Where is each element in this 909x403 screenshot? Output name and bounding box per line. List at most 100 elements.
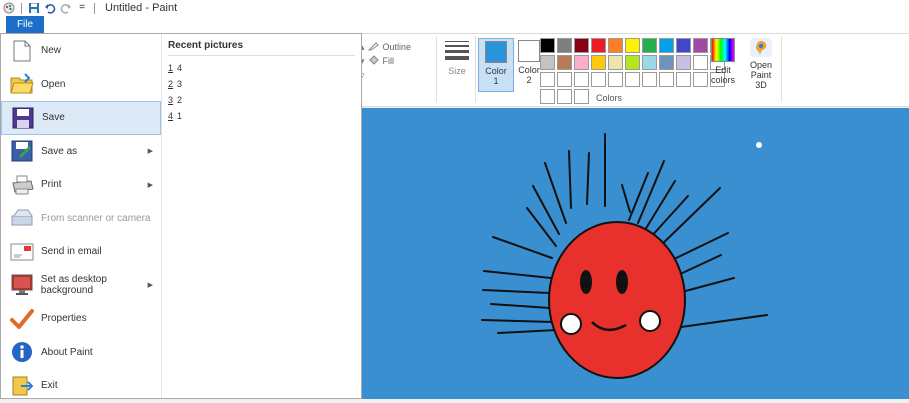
palette-swatch[interactable] bbox=[608, 55, 623, 70]
size-button[interactable]: Size bbox=[441, 38, 473, 88]
edit-colors-label: Edit colors bbox=[710, 65, 735, 85]
printer-icon bbox=[9, 173, 35, 197]
title-bar: = Untitled - Paint bbox=[0, 0, 909, 16]
palette-swatch[interactable] bbox=[574, 38, 589, 53]
quick-access-toolbar: = Untitled - Paint bbox=[0, 0, 177, 16]
save-icon[interactable] bbox=[28, 2, 40, 14]
recent-item[interactable]: 41 bbox=[163, 108, 361, 124]
palette-swatch[interactable] bbox=[540, 38, 555, 53]
palette-swatch[interactable] bbox=[642, 38, 657, 53]
color-palette bbox=[540, 38, 725, 104]
fill-dropdown[interactable]: Fill bbox=[383, 56, 395, 66]
fill-bucket-icon bbox=[368, 55, 380, 67]
menu-item-label: Exit bbox=[41, 380, 58, 392]
palette-swatch[interactable] bbox=[659, 72, 674, 87]
paint-app-icon[interactable] bbox=[3, 2, 15, 14]
menu-item-label: Send in email bbox=[41, 246, 102, 258]
palette-swatch[interactable] bbox=[659, 38, 674, 53]
redo-icon[interactable] bbox=[60, 2, 72, 14]
recent-pictures-panel: Recent pictures 14 23 32 41 bbox=[163, 34, 361, 398]
undo-icon[interactable] bbox=[44, 2, 56, 14]
palette-swatch[interactable] bbox=[608, 72, 623, 87]
color1-label: Color 1 bbox=[485, 66, 507, 86]
customize-quick-access-icon[interactable]: = bbox=[76, 2, 88, 14]
menu-item-desktop-background[interactable]: Set as desktop background ▶ bbox=[1, 269, 161, 303]
palette-swatch[interactable] bbox=[625, 55, 640, 70]
menu-item-scanner: From scanner or camera bbox=[1, 202, 161, 236]
exit-icon bbox=[9, 374, 35, 398]
edit-colors-button[interactable]: Edit colors bbox=[706, 38, 740, 90]
menu-item-send-email[interactable]: Send in email bbox=[1, 235, 161, 269]
menu-item-label: Print bbox=[41, 179, 62, 191]
drawing-canvas[interactable] bbox=[361, 108, 909, 399]
menu-item-about[interactable]: About Paint bbox=[1, 336, 161, 370]
palette-swatch[interactable] bbox=[574, 55, 589, 70]
palette-swatch[interactable] bbox=[540, 55, 555, 70]
color1-swatch bbox=[485, 41, 507, 63]
outline-dropdown[interactable]: Outline bbox=[383, 42, 412, 52]
menu-item-save-as[interactable]: Save as ▶ bbox=[1, 135, 161, 169]
recent-item[interactable]: 32 bbox=[163, 92, 361, 108]
palette-swatch[interactable] bbox=[676, 38, 691, 53]
open-folder-icon bbox=[9, 72, 35, 96]
color1-button[interactable]: Color 1 bbox=[478, 38, 514, 92]
paint3d-icon bbox=[750, 38, 772, 57]
submenu-arrow-icon: ▶ bbox=[147, 148, 153, 156]
separator bbox=[94, 2, 95, 14]
group-separator bbox=[475, 36, 476, 102]
palette-swatch[interactable] bbox=[540, 89, 555, 104]
color2-label: Color 2 bbox=[518, 65, 540, 85]
menu-item-label: Set as desktop background bbox=[40, 274, 107, 297]
menu-item-label: Save as bbox=[41, 145, 78, 157]
menu-item-label: Save bbox=[42, 112, 65, 124]
palette-swatch[interactable] bbox=[676, 55, 691, 70]
colors-group-label: Colors bbox=[596, 93, 623, 103]
palette-swatch[interactable] bbox=[676, 72, 691, 87]
menu-item-label: Properties bbox=[41, 313, 87, 325]
menu-item-exit[interactable]: Exit bbox=[1, 369, 161, 403]
palette-swatch[interactable] bbox=[591, 55, 606, 70]
shapes-group-partial: ▴ Outline ▾ Fill ▿ bbox=[360, 40, 432, 86]
menu-item-open[interactable]: Open bbox=[1, 68, 161, 102]
palette-swatch[interactable] bbox=[557, 72, 572, 87]
menu-item-properties[interactable]: Properties bbox=[1, 302, 161, 336]
recent-item[interactable]: 23 bbox=[163, 76, 361, 92]
separator bbox=[168, 55, 355, 56]
file-menu: New Open Save Save as ▶ Print ▶ From sca… bbox=[0, 33, 362, 399]
info-icon bbox=[9, 340, 35, 364]
new-file-icon bbox=[9, 39, 35, 63]
open-paint3d-button[interactable]: Open Paint 3D bbox=[744, 38, 778, 90]
menu-item-label: Open bbox=[41, 78, 66, 90]
save-icon bbox=[10, 106, 36, 130]
palette-swatch[interactable] bbox=[608, 38, 623, 53]
recent-item[interactable]: 14 bbox=[163, 60, 361, 76]
recent-pictures-title: Recent pictures bbox=[168, 40, 244, 51]
menu-item-label: About Paint bbox=[41, 346, 93, 358]
menu-item-label: New bbox=[41, 45, 62, 57]
sun-drawing bbox=[481, 133, 768, 379]
menu-item-print[interactable]: Print ▶ bbox=[1, 168, 161, 202]
submenu-arrow-icon: ▶ bbox=[147, 181, 153, 189]
menu-item-new[interactable]: New bbox=[1, 34, 161, 68]
color2-swatch bbox=[518, 40, 540, 62]
palette-swatch[interactable] bbox=[642, 55, 657, 70]
palette-swatch[interactable] bbox=[540, 72, 555, 87]
palette-swatch[interactable] bbox=[557, 89, 572, 104]
palette-swatch[interactable] bbox=[591, 72, 606, 87]
palette-swatch[interactable] bbox=[557, 55, 572, 70]
scanner-icon bbox=[9, 206, 35, 230]
palette-swatch[interactable] bbox=[642, 72, 657, 87]
palette-swatch[interactable] bbox=[557, 38, 572, 53]
palette-swatch[interactable] bbox=[625, 72, 640, 87]
open-paint3d-label: Open Paint 3D bbox=[749, 60, 773, 90]
palette-swatch[interactable] bbox=[659, 55, 674, 70]
palette-swatch[interactable] bbox=[574, 89, 589, 104]
size-lines-icon bbox=[445, 38, 469, 62]
file-tab[interactable]: File bbox=[6, 16, 44, 33]
palette-swatch[interactable] bbox=[591, 38, 606, 53]
palette-swatch[interactable] bbox=[625, 38, 640, 53]
window-title: Untitled - Paint bbox=[105, 2, 178, 14]
menu-item-save[interactable]: Save bbox=[1, 101, 161, 135]
separator bbox=[21, 2, 22, 14]
palette-swatch[interactable] bbox=[574, 72, 589, 87]
